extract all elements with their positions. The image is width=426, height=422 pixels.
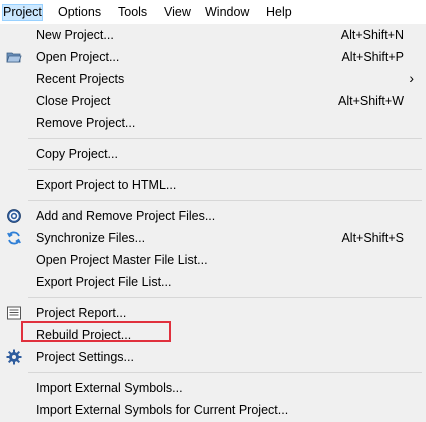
menu-item-shortcut: Alt+Shift+W (338, 94, 404, 108)
menu-item-shortcut: Alt+Shift+N (340, 28, 404, 42)
menu-item-label: Import External Symbols... (36, 381, 183, 395)
menu-item-label: Remove Project... (36, 116, 136, 130)
menu-item-label: Close Project (36, 94, 111, 108)
menu-item-label: Open Project... (36, 50, 120, 64)
menu-window[interactable]: Window (205, 5, 249, 20)
menu-item-label: Add and Remove Project Files... (36, 209, 216, 223)
add-remove-files-icon (6, 208, 22, 224)
menu-item-label: Project Settings... (36, 350, 134, 364)
menu-options[interactable]: Options (58, 5, 101, 20)
menu-item-export-project-html[interactable]: Export Project to HTML... (0, 174, 426, 196)
rebuild-project-highlight-box (21, 321, 171, 342)
menu-item-project-settings[interactable]: Project Settings... (0, 346, 426, 368)
menu-item-label: New Project... (36, 28, 114, 42)
menu-separator (28, 200, 422, 201)
menu-bar: Project Options Tools View Window Help (0, 0, 426, 25)
menu-item-label: Import External Symbols for Current Proj… (36, 403, 289, 417)
menu-tools[interactable]: Tools (118, 5, 147, 20)
menu-item-open-master-file-list[interactable]: Open Project Master File List... (0, 249, 426, 271)
open-folder-icon (6, 49, 22, 65)
menu-view[interactable]: View (164, 5, 191, 20)
menu-item-label: Copy Project... (36, 147, 118, 161)
menu-item-label: Open Project Master File List... (36, 253, 208, 267)
menu-project[interactable]: Project (2, 4, 43, 21)
menu-item-shortcut: Alt+Shift+P (341, 50, 404, 64)
menu-item-copy-project[interactable]: Copy Project... (0, 143, 426, 165)
menu-item-label: Export Project to HTML... (36, 178, 177, 192)
sync-icon (6, 230, 22, 246)
menu-item-import-symbols-current-project[interactable]: Import External Symbols for Current Proj… (0, 399, 426, 421)
menu-item-new-project[interactable]: New Project... Alt+Shift+N (0, 24, 426, 46)
gear-icon (6, 349, 22, 365)
menu-item-export-file-list[interactable]: Export Project File List... (0, 271, 426, 293)
menu-item-label: Export Project File List... (36, 275, 172, 289)
menu-separator (28, 138, 422, 139)
menu-item-import-external-symbols[interactable]: Import External Symbols... (0, 377, 426, 399)
menu-item-recent-projects[interactable]: Recent Projects › (0, 68, 426, 90)
menu-item-label: Synchronize Files... (36, 231, 146, 245)
menu-separator (28, 169, 422, 170)
menu-item-label: Project Report... (36, 306, 127, 320)
submenu-arrow-icon: › (409, 70, 414, 86)
menu-separator (28, 297, 422, 298)
menu-item-close-project[interactable]: Close Project Alt+Shift+W (0, 90, 426, 112)
menu-item-shortcut: Alt+Shift+S (341, 231, 404, 245)
project-dropdown-menu: New Project... Alt+Shift+N Open Project.… (0, 24, 426, 422)
menu-item-add-remove-files[interactable]: Add and Remove Project Files... (0, 205, 426, 227)
report-icon (6, 305, 22, 321)
menu-help[interactable]: Help (266, 5, 292, 20)
menu-item-open-project[interactable]: Open Project... Alt+Shift+P (0, 46, 426, 68)
menu-item-synchronize-files[interactable]: Synchronize Files... Alt+Shift+S (0, 227, 426, 249)
menu-item-remove-project[interactable]: Remove Project... (0, 112, 426, 134)
menu-separator (28, 372, 422, 373)
menu-item-label: Recent Projects (36, 72, 125, 86)
